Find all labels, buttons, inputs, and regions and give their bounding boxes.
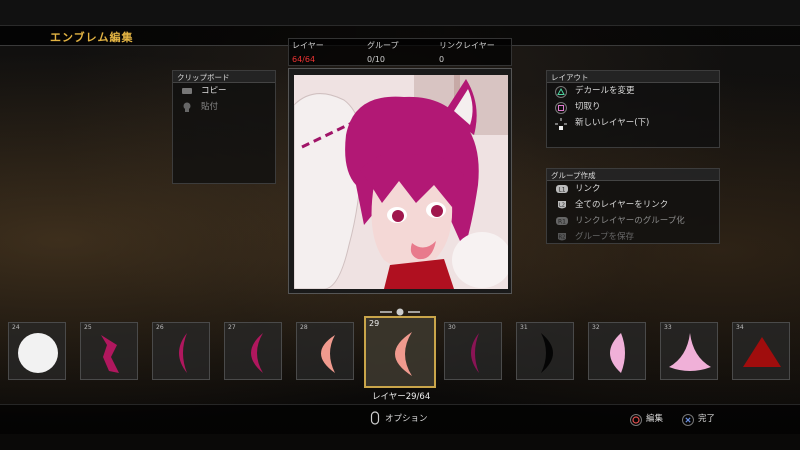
edit-button[interactable]: 編集 bbox=[646, 412, 663, 424]
layer-strip: 24 25 26 27 28 29 30 31 32 33 34 bbox=[0, 316, 800, 388]
l1-button-icon: L1 bbox=[555, 184, 568, 194]
links-label: リンクレイヤー bbox=[439, 41, 495, 50]
layer-shape-crescent bbox=[321, 335, 335, 373]
clipboard-copy[interactable]: コピー bbox=[173, 83, 275, 99]
change-decal-button[interactable]: デカールを変更 bbox=[547, 83, 719, 99]
options-button-icon bbox=[370, 410, 380, 429]
clipboard-paste-label: 貼付 bbox=[201, 102, 219, 112]
link-all-label: 全てのレイヤーをリンク bbox=[575, 200, 669, 210]
layer-shape-triangle bbox=[743, 337, 781, 367]
layer-stats: レイヤー グループ リンクレイヤー 64/64 0/10 0 bbox=[288, 38, 512, 66]
svg-text:L1: L1 bbox=[558, 187, 565, 194]
paste-icon bbox=[181, 102, 193, 112]
triangle-button-icon bbox=[555, 86, 567, 98]
layer-tile[interactable]: 24 bbox=[8, 322, 66, 380]
layer-tile[interactable]: 25 bbox=[80, 322, 138, 380]
group-header: グループ作成 bbox=[547, 169, 719, 181]
layer-tile[interactable]: 33 bbox=[660, 322, 718, 380]
layer-tile[interactable]: 32 bbox=[588, 322, 646, 380]
layer-tile[interactable]: 34 bbox=[732, 322, 790, 380]
layer-shape-crescent bbox=[251, 333, 263, 373]
layout-panel: レイアウト デカールを変更 切取り 新しいレイヤー(下) bbox=[546, 70, 720, 148]
clipboard-paste[interactable]: 貼付 bbox=[173, 99, 275, 115]
cross-button-icon bbox=[682, 411, 694, 430]
link-label: リンク bbox=[575, 184, 601, 194]
save-group-label: グループを保存 bbox=[575, 232, 634, 242]
screen-title: エンブレム編集 bbox=[50, 31, 134, 44]
layer-tile[interactable]: 28 bbox=[296, 322, 354, 380]
link-button[interactable]: L1 リンク bbox=[547, 181, 719, 197]
eye-shape bbox=[392, 210, 404, 222]
layer-tile[interactable]: 31 bbox=[516, 322, 574, 380]
r1-button-icon: R1 bbox=[555, 216, 568, 226]
layers-label: レイヤー bbox=[292, 41, 324, 50]
top-bar bbox=[0, 0, 800, 26]
link-all-layers-button[interactable]: L2 全てのレイヤーをリンク bbox=[547, 197, 719, 213]
layer-tile-selected[interactable]: 29 bbox=[364, 316, 436, 388]
links-count: 0 bbox=[439, 55, 445, 64]
emblem-canvas-frame bbox=[288, 68, 512, 294]
groups-label: グループ bbox=[367, 41, 399, 50]
layer-shape-crescent bbox=[395, 332, 412, 376]
dpad-down-icon bbox=[555, 118, 567, 130]
clipboard-copy-label: コピー bbox=[201, 86, 227, 96]
layer-tile[interactable]: 26 bbox=[152, 322, 210, 380]
l2-button-icon: L2 bbox=[555, 200, 567, 210]
eye-shape bbox=[431, 205, 443, 217]
cut-label: 切取り bbox=[575, 102, 601, 112]
layers-count: 64/64 bbox=[292, 55, 316, 64]
new-layer-below-button[interactable]: 新しいレイヤー(下) bbox=[547, 115, 719, 131]
touchpad-icon bbox=[181, 86, 193, 96]
layer-scroll-indicator bbox=[380, 302, 420, 316]
emblem-artwork bbox=[294, 75, 508, 289]
clipboard-header: クリップボード bbox=[173, 71, 275, 83]
group-linked-label: リンクレイヤーのグループ化 bbox=[575, 216, 685, 226]
square-button-icon bbox=[555, 102, 567, 114]
options-button[interactable]: オプション bbox=[385, 412, 428, 424]
layer-tile[interactable]: 27 bbox=[224, 322, 282, 380]
clipboard-panel: クリップボード コピー 貼付 bbox=[172, 70, 276, 184]
change-decal-label: デカールを変更 bbox=[575, 86, 635, 96]
save-group-button[interactable]: R2 グループを保存 bbox=[547, 229, 719, 245]
cut-button[interactable]: 切取り bbox=[547, 99, 719, 115]
layer-shape-circle bbox=[18, 333, 58, 373]
svg-text:L2: L2 bbox=[559, 203, 565, 209]
layout-header: レイアウト bbox=[547, 71, 719, 83]
svg-text:R1: R1 bbox=[558, 219, 566, 226]
emblem-canvas[interactable] bbox=[294, 75, 508, 289]
group-panel: グループ作成 L1 リンク L2 全てのレイヤーをリンク R1 リンクレイヤーの… bbox=[546, 168, 720, 244]
layer-shape-half-moon bbox=[541, 333, 553, 373]
layer-shape-thin-crescent bbox=[179, 333, 187, 373]
r2-button-icon: R2 bbox=[555, 232, 567, 242]
group-linked-layers-button[interactable]: R1 リンクレイヤーのグループ化 bbox=[547, 213, 719, 229]
svg-text:R2: R2 bbox=[559, 235, 566, 241]
layer-tile[interactable]: 30 bbox=[444, 322, 502, 380]
layer-shape-zigzag bbox=[101, 335, 119, 373]
layer-shape-drop bbox=[669, 333, 711, 371]
groups-count: 0/10 bbox=[367, 55, 385, 64]
layer-shape-thin-crescent bbox=[471, 333, 479, 373]
selected-layer-label: レイヤー29/64 bbox=[372, 392, 431, 402]
layer-shape-half-moon-left bbox=[610, 333, 625, 373]
new-layer-below-label: 新しいレイヤー(下) bbox=[575, 118, 650, 128]
circle-button-icon bbox=[630, 411, 642, 430]
done-button[interactable]: 完了 bbox=[698, 412, 715, 424]
